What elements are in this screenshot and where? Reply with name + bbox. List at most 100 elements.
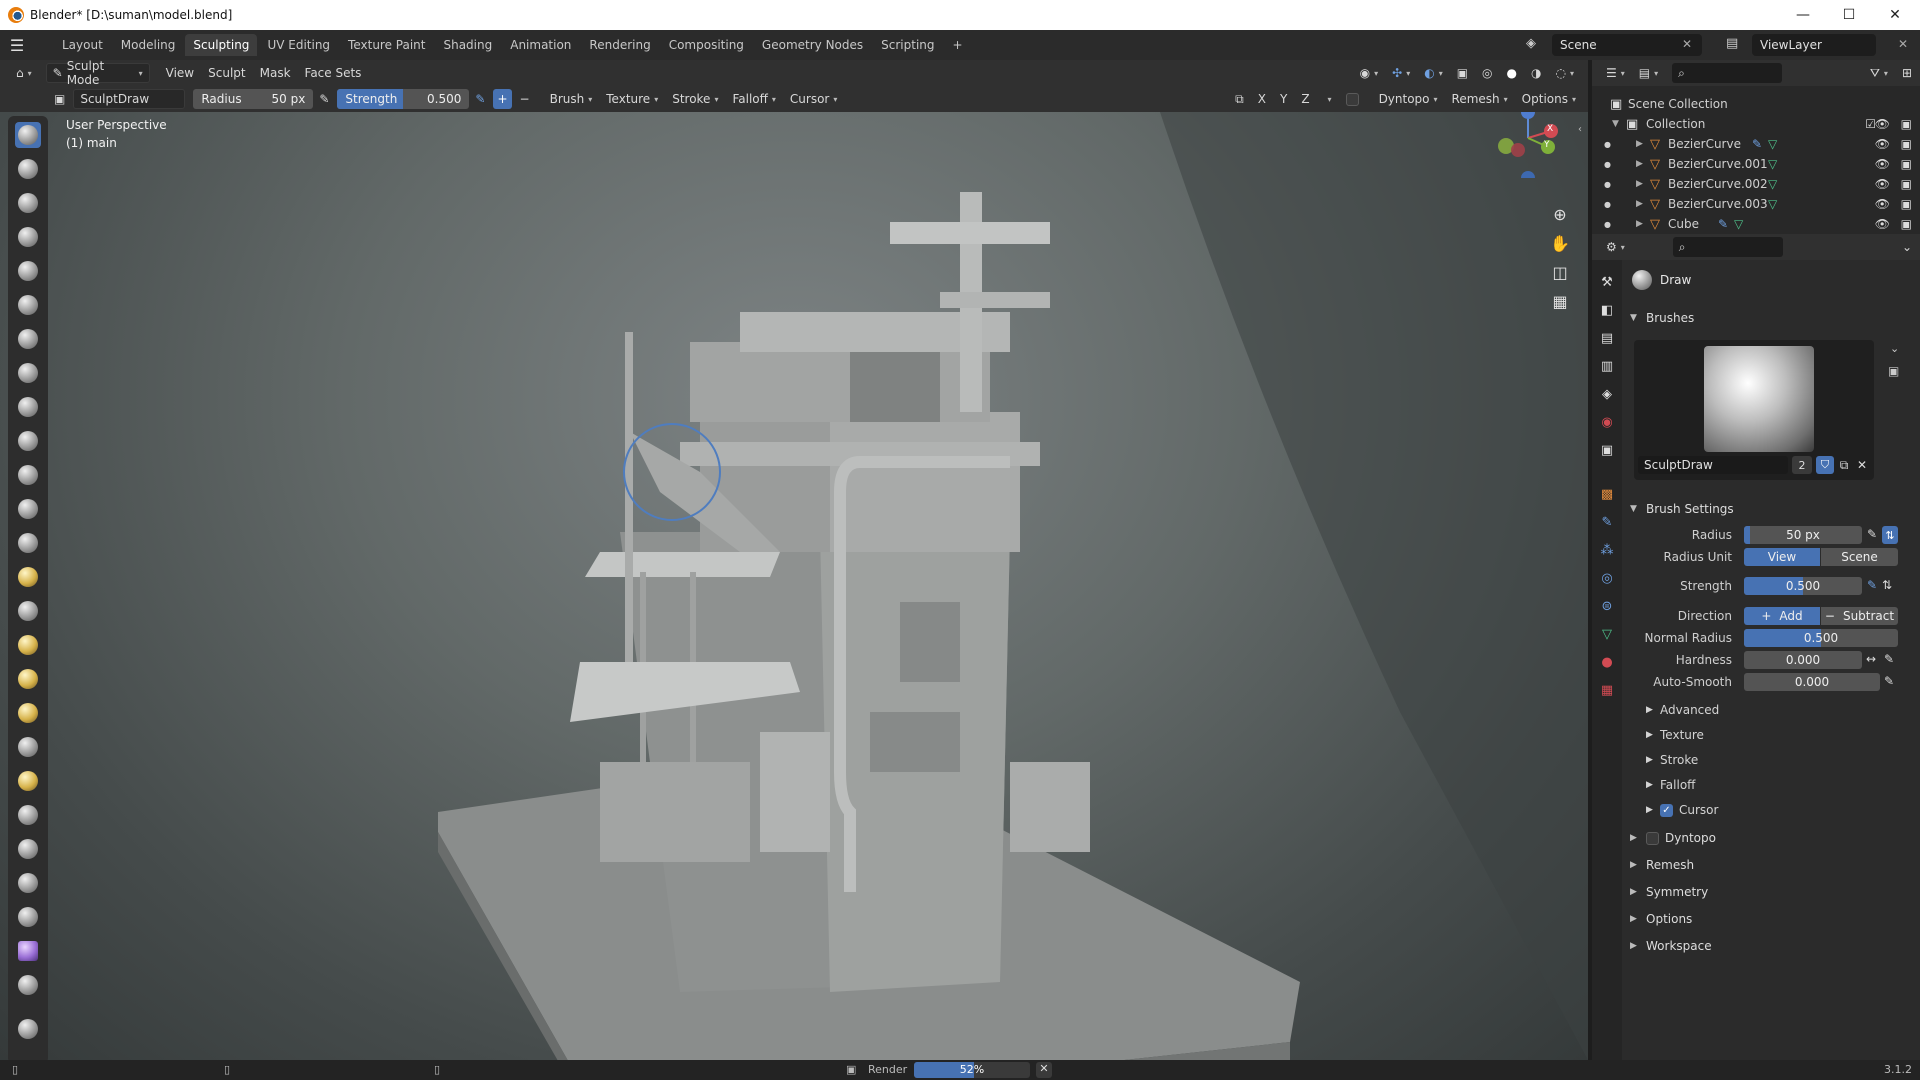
symmetry-z-toggle[interactable]: Z bbox=[1295, 89, 1315, 109]
outliner-editor-type-icon[interactable]: ☰ ▾ bbox=[1600, 63, 1631, 83]
outliner-item[interactable]: ● ▶ ▽ BezierCurve.002 ▽ 👁 ▣ bbox=[1592, 174, 1920, 194]
tab-scripting[interactable]: Scripting bbox=[873, 34, 942, 56]
shading-rendered-icon[interactable]: ◌ ▾ bbox=[1550, 63, 1581, 83]
scene-tab-icon[interactable]: ◈ bbox=[1599, 386, 1615, 402]
falloff-subpanel[interactable]: ▶ Falloff bbox=[1646, 774, 1695, 796]
camera-view-icon[interactable]: ◫ bbox=[1547, 259, 1573, 285]
constraints-tab-icon[interactable]: ⊜ bbox=[1599, 598, 1615, 614]
direction-subtract-icon[interactable]: − bbox=[514, 89, 536, 109]
add-workspace-icon[interactable]: + bbox=[945, 34, 971, 56]
hardness-field[interactable]: 0.000 bbox=[1744, 651, 1862, 669]
scene-delete-icon[interactable]: ✕ bbox=[1682, 37, 1692, 51]
tab-compositing[interactable]: Compositing bbox=[661, 34, 752, 56]
outliner-display-mode-icon[interactable]: ▤ ▾ bbox=[1633, 63, 1664, 83]
outliner-scene-collection[interactable]: ▣ Scene Collection bbox=[1592, 94, 1920, 114]
zoom-icon[interactable]: ⊕ bbox=[1547, 201, 1573, 227]
radius-unit-view-button[interactable]: View bbox=[1744, 548, 1820, 566]
mode-selector[interactable]: ✎ Sculpt Mode ▾ bbox=[45, 59, 150, 87]
tool-clay-strips-icon[interactable] bbox=[15, 224, 41, 250]
tool-elastic-deform-icon[interactable] bbox=[15, 666, 41, 692]
maximize-button[interactable]: ☐ bbox=[1826, 0, 1872, 30]
radius-unified-icon[interactable]: ⇅ bbox=[1882, 526, 1898, 544]
particles-tab-icon[interactable]: ⁂ bbox=[1599, 542, 1615, 558]
expand-icon[interactable]: ▶ bbox=[1636, 179, 1643, 189]
workspace-panel-header[interactable]: ▶ Workspace bbox=[1630, 934, 1912, 958]
tool-cloth-icon[interactable] bbox=[15, 938, 41, 964]
falloff-popover[interactable]: Falloff ▾ bbox=[726, 89, 781, 109]
expand-icon[interactable]: ▶ bbox=[1636, 139, 1643, 149]
tool-tab-icon[interactable]: ⚒ bbox=[1599, 274, 1615, 290]
cancel-render-button[interactable]: ✕ bbox=[1036, 1062, 1052, 1078]
tool-flatten-icon[interactable] bbox=[15, 462, 41, 488]
viewlayer-selector[interactable]: ViewLayer bbox=[1752, 34, 1876, 56]
sidebar-toggle-icon[interactable]: ‹ bbox=[1578, 124, 1582, 135]
tool-boundary-icon[interactable] bbox=[15, 904, 41, 930]
tool-smooth-icon[interactable] bbox=[15, 428, 41, 454]
brush-preview-area[interactable]: SculptDraw 2 ⛉ ⧉ ✕ bbox=[1634, 340, 1874, 480]
dyntopo-panel-checkbox[interactable] bbox=[1646, 831, 1659, 845]
scene-icon[interactable]: ◈ bbox=[1526, 36, 1536, 51]
visibility-icon[interactable]: ◉ ▾ bbox=[1354, 63, 1385, 83]
radius-pressure-toggle-icon[interactable]: ✎ bbox=[1867, 527, 1877, 541]
hardness-pressure-icon[interactable]: ✎ bbox=[1884, 652, 1894, 666]
properties-options-icon[interactable]: ⌄ bbox=[1896, 237, 1918, 257]
expand-icon[interactable]: ▶ bbox=[1636, 159, 1643, 169]
camera-icon[interactable]: ▣ bbox=[1901, 177, 1912, 191]
tab-uv-editing[interactable]: UV Editing bbox=[259, 34, 338, 56]
outliner-item[interactable]: ● ▶ ▽ BezierCurve.003 ▽ 👁 ▣ bbox=[1592, 194, 1920, 214]
strength-unified-icon[interactable]: ⇅ bbox=[1882, 578, 1892, 592]
brush-users-count[interactable]: 2 bbox=[1792, 456, 1812, 474]
pan-hand-icon[interactable]: ✋ bbox=[1547, 230, 1573, 256]
strength-slider[interactable]: Strength 0.500 bbox=[337, 89, 470, 109]
outliner-collection[interactable]: ▼ ▣ Collection ☑ 👁 ▣ bbox=[1592, 114, 1920, 134]
close-window-button[interactable]: ✕ bbox=[1872, 0, 1918, 30]
eye-icon[interactable]: 👁 bbox=[1875, 157, 1890, 171]
menu-sculpt[interactable]: Sculpt bbox=[202, 63, 251, 83]
radius-unit-scene-button[interactable]: Scene bbox=[1821, 548, 1898, 566]
tool-scrape-icon[interactable] bbox=[15, 530, 41, 556]
radius-prop-field[interactable]: 50 px bbox=[1744, 526, 1862, 544]
eye-icon[interactable]: 👁 bbox=[1875, 177, 1890, 191]
tool-clay-icon[interactable] bbox=[15, 190, 41, 216]
camera-icon[interactable]: ▣ bbox=[1901, 137, 1912, 151]
tool-thumb-icon[interactable] bbox=[15, 734, 41, 760]
world-tab-icon[interactable]: ◉ bbox=[1599, 414, 1615, 430]
camera-icon[interactable]: ▣ bbox=[1901, 117, 1912, 131]
brush-popover[interactable]: Brush ▾ bbox=[544, 89, 599, 109]
strength-pressure-toggle-icon[interactable]: ✎ bbox=[1867, 578, 1877, 592]
symmetry-panel-header[interactable]: ▶ Symmetry bbox=[1630, 880, 1912, 904]
cursor-checkbox[interactable]: ✓ bbox=[1660, 803, 1673, 817]
properties-search-input[interactable]: ⌕ bbox=[1672, 237, 1783, 257]
auto-smooth-field[interactable]: 0.000 bbox=[1744, 673, 1880, 691]
output-tab-icon[interactable]: ▤ bbox=[1599, 330, 1615, 346]
tool-multiplane-scrape-icon[interactable] bbox=[15, 564, 41, 590]
tab-geometry-nodes[interactable]: Geometry Nodes bbox=[754, 34, 871, 56]
camera-icon[interactable]: ▣ bbox=[1901, 157, 1912, 171]
collection-tab-icon[interactable]: ▣ bbox=[1599, 442, 1615, 458]
tool-blob-icon[interactable] bbox=[15, 360, 41, 386]
fake-user-shield-icon[interactable]: ⛉ bbox=[1816, 456, 1834, 474]
strength-pressure-icon[interactable]: ✎ bbox=[469, 89, 491, 109]
tool-slide-relax-icon[interactable] bbox=[15, 870, 41, 896]
tool-pinch-icon[interactable] bbox=[15, 598, 41, 624]
expand-icon[interactable]: ▶ bbox=[1636, 199, 1643, 209]
gizmo-icon[interactable]: ✣ ▾ bbox=[1386, 63, 1416, 83]
outliner-search-input[interactable]: ⌕ bbox=[1672, 63, 1783, 83]
brush-image-icon[interactable]: ▣ bbox=[1888, 364, 1899, 378]
collapse-icon[interactable]: ▼ bbox=[1612, 119, 1619, 129]
camera-icon[interactable]: ▣ bbox=[1901, 217, 1912, 231]
menu-face-sets[interactable]: Face Sets bbox=[299, 63, 368, 83]
radius-pressure-icon[interactable]: ✎ bbox=[313, 89, 335, 109]
minimize-button[interactable]: — bbox=[1780, 0, 1826, 30]
options-popover[interactable]: Options ▾ bbox=[1516, 89, 1582, 109]
shading-wireframe-icon[interactable]: ◎ bbox=[1476, 63, 1498, 83]
texture-tab-icon[interactable]: ▦ bbox=[1599, 682, 1615, 698]
scene-selector[interactable]: Scene bbox=[1552, 34, 1702, 56]
radius-slider[interactable]: Radius 50 px bbox=[193, 89, 314, 109]
stroke-popover[interactable]: Stroke ▾ bbox=[666, 89, 724, 109]
brush-name-field[interactable]: SculptDraw bbox=[73, 89, 186, 109]
brush-settings-panel-header[interactable]: ▼ Brush Settings bbox=[1630, 497, 1912, 521]
properties-editor-type-icon[interactable]: ⚙ ▾ bbox=[1600, 237, 1631, 257]
tab-animation[interactable]: Animation bbox=[502, 34, 579, 56]
object-tab-icon[interactable]: ▩ bbox=[1599, 486, 1615, 502]
